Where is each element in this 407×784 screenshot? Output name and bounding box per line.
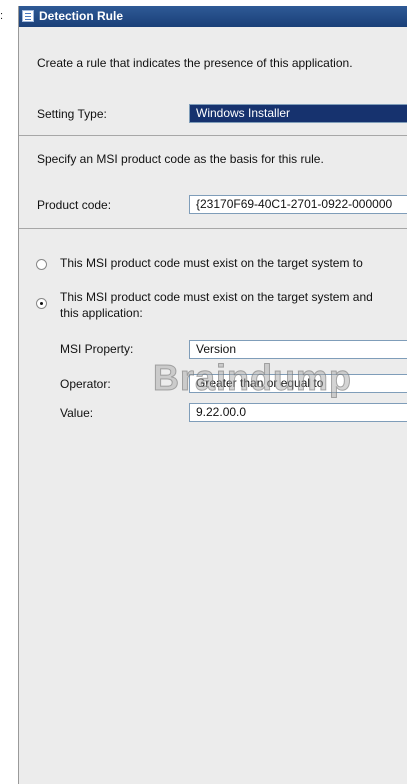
separator-2 [19,228,407,229]
separator-1 [19,135,407,136]
option-exists-radio[interactable] [36,259,47,270]
msi-property-select[interactable]: Version [189,340,407,359]
dialog-title: Detection Rule [39,9,124,23]
left-window-fragment: : [0,10,4,22]
msi-instruction-text: Specify an MSI product code as the basis… [37,152,324,166]
operator-label: Operator: [60,377,111,391]
option-exists-label[interactable]: This MSI product code must exist on the … [60,256,363,270]
product-code-label: Product code: [37,198,112,212]
operator-select[interactable]: Greater than or equal to [189,374,407,393]
rule-description: Create a rule that indicates the presenc… [37,56,353,70]
option-exists-version-label-line2[interactable]: this application: [60,306,143,320]
product-code-input[interactable]: {23170F69-40C1-2701-0922-000000 [189,195,407,214]
option-exists-version-label-line1[interactable]: This MSI product code must exist on the … [60,290,373,304]
msi-property-label: MSI Property: [60,342,134,356]
value-label: Value: [60,406,94,420]
option-exists-version-radio[interactable] [36,298,47,309]
setting-type-label: Setting Type: [37,107,107,121]
value-input[interactable]: 9.22.00.0 [189,403,407,422]
dialog-titlebar[interactable]: Detection Rule [19,6,407,27]
dialog-window-icon [22,10,34,22]
setting-type-select[interactable]: Windows Installer [189,104,407,123]
detection-rule-dialog: Detection Rule Create a rule that indica… [18,6,407,784]
